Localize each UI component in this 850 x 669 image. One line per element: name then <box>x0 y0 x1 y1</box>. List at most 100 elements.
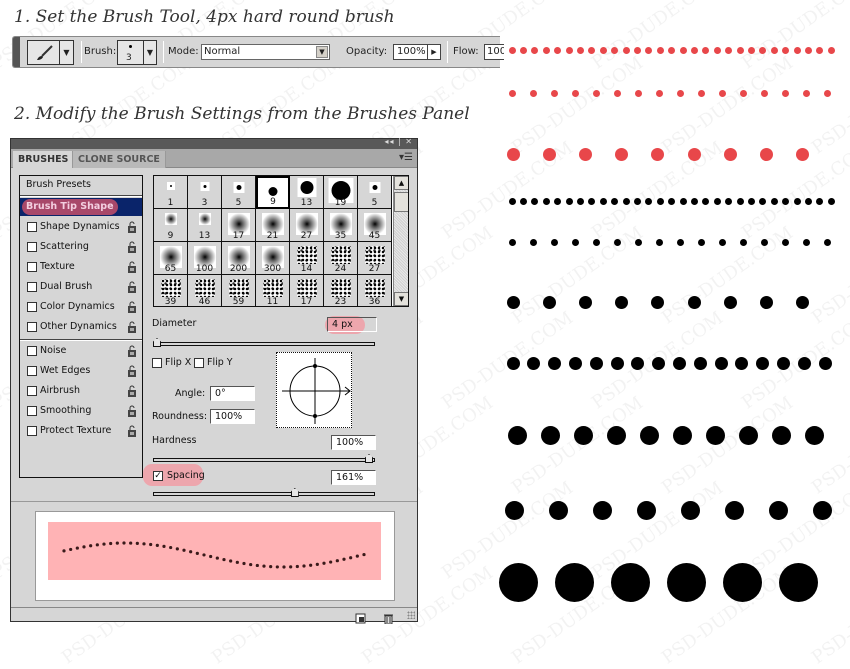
tab-brushes[interactable]: BRUSHES <box>13 151 74 168</box>
roundness-field[interactable]: 100% <box>210 409 255 424</box>
brush-tip-cell[interactable]: 9 <box>256 176 290 209</box>
option-checkbox[interactable] <box>27 426 37 436</box>
brush-tip-cell[interactable]: 5 <box>222 176 256 209</box>
lock-icon[interactable] <box>127 261 137 273</box>
diameter-slider-thumb[interactable] <box>153 338 161 347</box>
brush-tip-cell[interactable]: 27 <box>358 242 392 275</box>
option-checkbox[interactable] <box>27 322 37 332</box>
brush-option-item[interactable]: Smoothing <box>20 402 142 420</box>
angle-field[interactable]: 0° <box>210 386 255 401</box>
tab-clone-source[interactable]: CLONE SOURCE <box>72 151 166 168</box>
flip-x-checkbox[interactable] <box>152 358 162 368</box>
brush-tip-cell[interactable]: 11 <box>256 275 290 306</box>
option-checkbox[interactable] <box>27 406 37 416</box>
angle-roundness-preview[interactable] <box>276 352 352 428</box>
brush-tip-cell[interactable]: 3 <box>188 176 222 209</box>
flip-y-checkbox[interactable] <box>194 358 204 368</box>
brush-tip-cell[interactable]: 19 <box>324 176 358 209</box>
panel-titlebar[interactable]: ◂◂ | ✕ <box>11 137 417 149</box>
lock-icon[interactable] <box>127 241 137 253</box>
mode-select[interactable]: Normal ▼ <box>201 44 330 60</box>
brush-tip-cell[interactable]: 17 <box>222 209 256 242</box>
brush-option-item[interactable]: Other Dynamics <box>20 318 142 336</box>
brush-tip-cell[interactable]: 23 <box>324 275 358 306</box>
options-bar-grip[interactable] <box>13 37 20 67</box>
brush-tip-cell[interactable]: 36 <box>358 275 392 306</box>
brush-presets-item[interactable]: Brush Presets <box>20 176 142 194</box>
lock-icon[interactable] <box>127 301 137 313</box>
brush-option-item[interactable]: Dual Brush <box>20 278 142 296</box>
hardness-slider[interactable] <box>153 454 375 463</box>
brush-tip-cell[interactable]: 5 <box>358 176 392 209</box>
lock-icon[interactable] <box>127 221 137 233</box>
brush-option-item[interactable]: Scattering <box>20 238 142 256</box>
option-checkbox[interactable] <box>27 346 37 356</box>
chevron-down-icon[interactable]: ▼ <box>143 41 156 64</box>
brush-tip-cell[interactable]: 17 <box>290 275 324 306</box>
option-checkbox[interactable] <box>27 366 37 376</box>
scroll-thumb[interactable] <box>394 192 408 212</box>
lock-icon[interactable] <box>127 385 137 397</box>
chevron-right-icon[interactable]: ▶ <box>427 45 440 59</box>
hardness-slider-thumb[interactable] <box>365 454 373 463</box>
brush-tip-cell[interactable]: 24 <box>324 242 358 275</box>
brush-tip-shape-item[interactable]: Brush Tip Shape <box>20 198 142 216</box>
stroke-dot <box>89 544 93 548</box>
lock-icon[interactable] <box>127 365 137 377</box>
brush-tip-cell[interactable]: 27 <box>290 209 324 242</box>
option-checkbox[interactable] <box>27 386 37 396</box>
brush-tip-cell[interactable]: 200 <box>222 242 256 275</box>
chevron-down-icon[interactable]: ▼ <box>59 41 73 64</box>
spacing-slider-thumb[interactable] <box>290 488 299 497</box>
hardness-field[interactable]: 100% <box>331 435 376 450</box>
brush-option-item[interactable]: Texture <box>20 258 142 276</box>
brush-option-item[interactable]: Noise <box>20 342 142 360</box>
spacing-field[interactable]: 161% <box>331 470 376 485</box>
resize-grip-icon[interactable] <box>407 611 415 619</box>
brush-tip-cell[interactable]: 13 <box>290 176 324 209</box>
spacing-checkbox[interactable]: ✓ <box>153 471 163 481</box>
lock-icon[interactable] <box>127 425 137 437</box>
grid-scrollbar[interactable]: ▲ ▼ <box>393 176 408 306</box>
opacity-field[interactable]: 100% ▶ <box>393 44 441 60</box>
brush-option-item[interactable]: Color Dynamics <box>20 298 142 316</box>
brush-option-item[interactable]: Airbrush <box>20 382 142 400</box>
brush-tip-cell[interactable]: 14 <box>290 242 324 275</box>
new-preset-icon[interactable] <box>355 613 366 624</box>
scroll-up-icon[interactable]: ▲ <box>394 176 408 190</box>
brush-tip-cell[interactable]: 300 <box>256 242 290 275</box>
spacing-slider[interactable] <box>153 488 375 497</box>
brush-picker[interactable]: 3 ▼ <box>117 40 157 65</box>
option-checkbox[interactable] <box>27 222 37 232</box>
brush-tip-cell[interactable]: 21 <box>256 209 290 242</box>
scroll-down-icon[interactable]: ▼ <box>394 292 408 306</box>
trash-icon[interactable] <box>383 613 394 624</box>
panel-menu-icon[interactable]: ▾☰ <box>399 152 413 163</box>
lock-icon[interactable] <box>127 281 137 293</box>
brush-tip-cell[interactable]: 1 <box>154 176 188 209</box>
brush-tip-cell[interactable]: 45 <box>358 209 392 242</box>
brush-option-item[interactable]: Protect Texture <box>20 422 142 440</box>
chevron-down-icon[interactable]: ▼ <box>316 46 328 58</box>
brush-tip-cell[interactable]: 59 <box>222 275 256 306</box>
brush-tip-cell[interactable]: 100 <box>188 242 222 275</box>
brush-tip-cell[interactable]: 39 <box>154 275 188 306</box>
brush-tip-cell[interactable]: 35 <box>324 209 358 242</box>
option-checkbox[interactable] <box>27 262 37 272</box>
brush-tip-cell[interactable]: 13 <box>188 209 222 242</box>
option-checkbox[interactable] <box>27 242 37 252</box>
panel-collapse-close-icons[interactable]: ◂◂ | ✕ <box>384 137 413 146</box>
diameter-field[interactable]: 4 px <box>327 317 377 332</box>
lock-icon[interactable] <box>127 321 137 333</box>
option-checkbox[interactable] <box>27 282 37 292</box>
brush-option-item[interactable]: Shape Dynamics <box>20 218 142 236</box>
option-checkbox[interactable] <box>27 302 37 312</box>
brush-option-item[interactable]: Wet Edges <box>20 362 142 380</box>
brush-tip-cell[interactable]: 46 <box>188 275 222 306</box>
brush-tip-cell[interactable]: 9 <box>154 209 188 242</box>
lock-icon[interactable] <box>127 345 137 357</box>
tool-preset-picker[interactable]: ▼ <box>27 40 74 65</box>
diameter-slider[interactable] <box>153 338 375 347</box>
lock-icon[interactable] <box>127 405 137 417</box>
brush-tip-cell[interactable]: 65 <box>154 242 188 275</box>
